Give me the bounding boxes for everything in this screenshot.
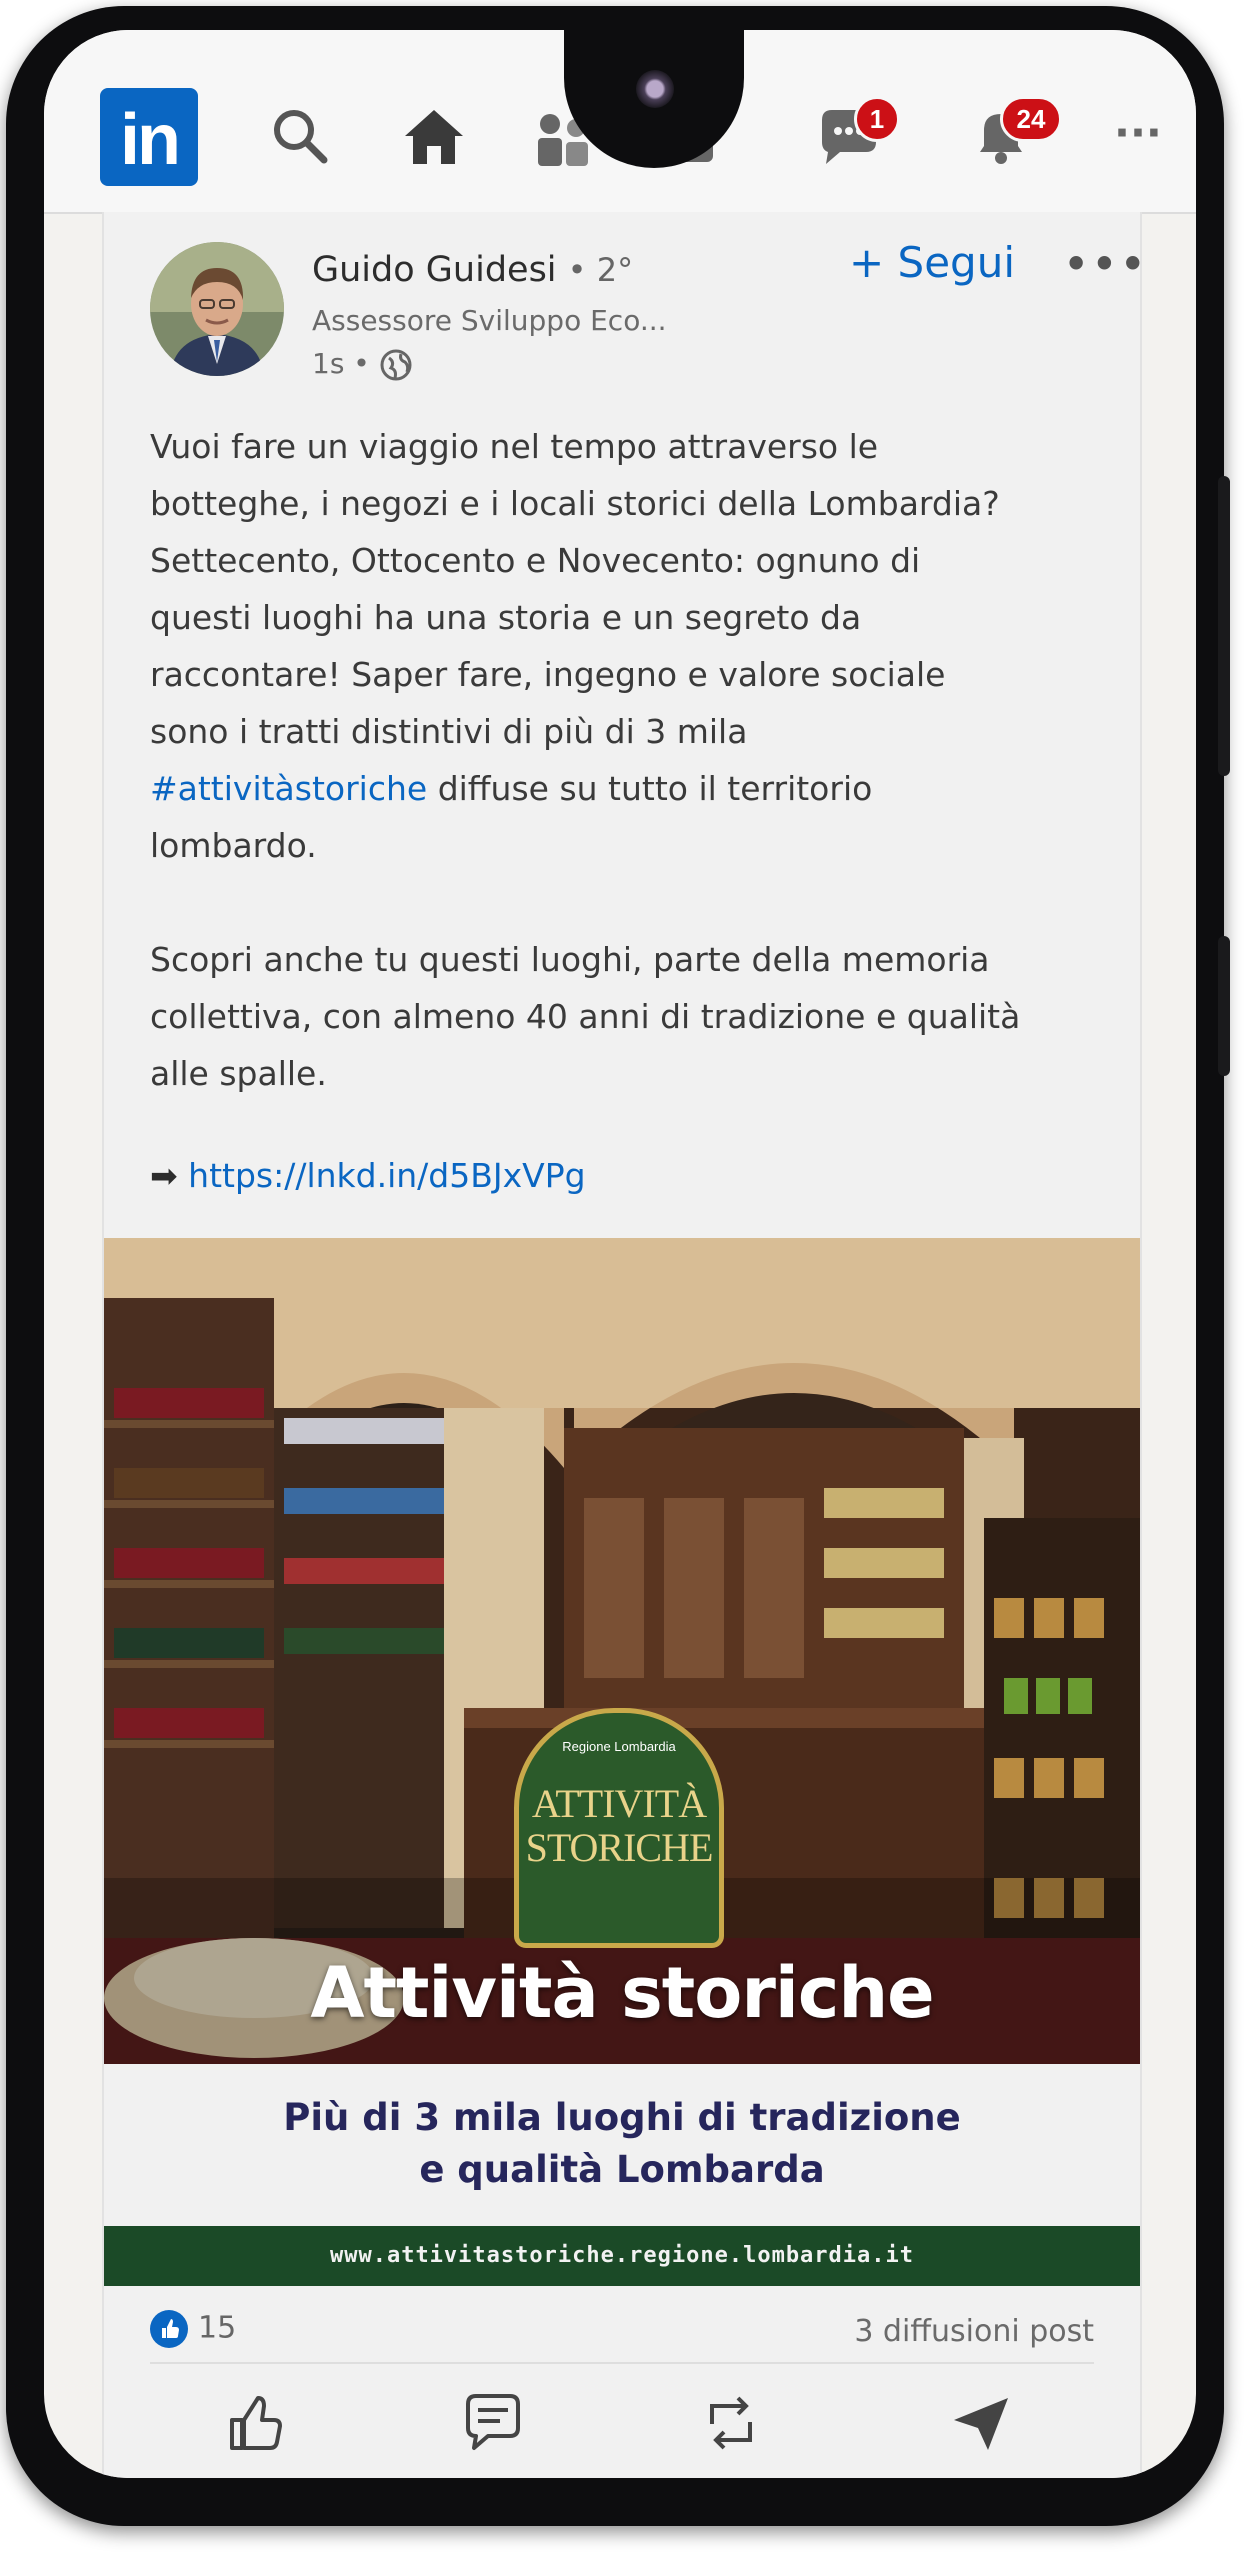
like-reaction-icon: [150, 2310, 188, 2348]
likes-count[interactable]: 15: [150, 2310, 236, 2348]
caption-line2: e qualità Lombarda: [419, 2148, 825, 2191]
screen: in 1 24 ··· Guido Guidesi • 2° Assessore…: [44, 30, 1196, 2478]
caption-line1: Più di 3 mila luoghi di tradizione: [283, 2096, 961, 2139]
connection-degree: • 2°: [567, 251, 634, 289]
shares-count[interactable]: 3 diffusioni post: [854, 2314, 1094, 2349]
repost-icon[interactable]: [698, 2390, 764, 2456]
phone-frame: in 1 24 ··· Guido Guidesi • 2° Assessore…: [6, 6, 1230, 2526]
regione-lombardia-logo: Regione Lombardia: [562, 1739, 676, 1754]
author-avatar[interactable]: [150, 242, 284, 376]
post-card: Guido Guidesi • 2° Assessore Sviluppo Ec…: [102, 212, 1145, 2478]
website-banner: www.attivitastoriche.regione.lombardia.i…: [104, 2226, 1140, 2286]
image-caption: Più di 3 mila luoghi di tradizione e qua…: [104, 2064, 1140, 2226]
post-text-part2: diffuse su tutto il territorio lombardo.…: [150, 769, 1021, 1093]
post-link[interactable]: https://lnkd.in/d5BJxVPg: [188, 1156, 585, 1195]
author-headline: Assessore Sviluppo Eco...: [312, 304, 667, 337]
post-stats: 15 3 diffusioni post: [150, 2302, 1094, 2364]
arrow-icon: ➡: [150, 1156, 178, 1195]
notifications-badge: 24: [1000, 96, 1062, 142]
like-icon[interactable]: [222, 2390, 288, 2456]
badge-line1: ATTIVITÀ: [531, 1781, 707, 1826]
author-name[interactable]: Guido Guidesi • 2°: [312, 250, 633, 290]
follow-button[interactable]: + Segui: [849, 238, 1015, 287]
post-text-part1: Vuoi fare un viaggio nel tempo attravers…: [150, 427, 1000, 751]
search-icon[interactable]: [266, 102, 336, 172]
linkedin-logo[interactable]: in: [100, 88, 198, 186]
comment-icon[interactable]: [460, 2390, 526, 2456]
post-timestamp: 1s •: [312, 347, 370, 380]
post-more-icon[interactable]: •••: [1064, 242, 1149, 286]
send-icon[interactable]: [948, 2390, 1014, 2456]
badge-line2: STORICHE: [525, 1825, 714, 1870]
front-camera: [636, 70, 674, 108]
attivita-storiche-badge: Regione Lombardia ATTIVITÀ STORICHE: [514, 1708, 724, 1948]
hashtag-link[interactable]: #attivitàstoriche: [150, 769, 427, 808]
power-button: [1218, 476, 1230, 776]
volume-button: [1218, 936, 1230, 1076]
image-overlay-title: Attività storiche: [310, 1952, 934, 2034]
globe-icon: [380, 349, 412, 381]
home-icon[interactable]: [399, 102, 469, 172]
post-link-row: ➡ https://lnkd.in/d5BJxVPg: [150, 1156, 586, 1195]
author-name-text[interactable]: Guido Guidesi: [312, 250, 557, 290]
post-image[interactable]: Regione Lombardia ATTIVITÀ STORICHE Atti…: [104, 1238, 1140, 2064]
post-body: Vuoi fare un viaggio nel tempo attravers…: [150, 418, 1110, 1102]
post-actions: [104, 2382, 1140, 2462]
likes-number: 15: [198, 2310, 237, 2346]
more-icon[interactable]: ···: [1114, 108, 1162, 157]
messaging-badge: 1: [854, 96, 900, 142]
post-time: 1s •: [312, 347, 413, 382]
